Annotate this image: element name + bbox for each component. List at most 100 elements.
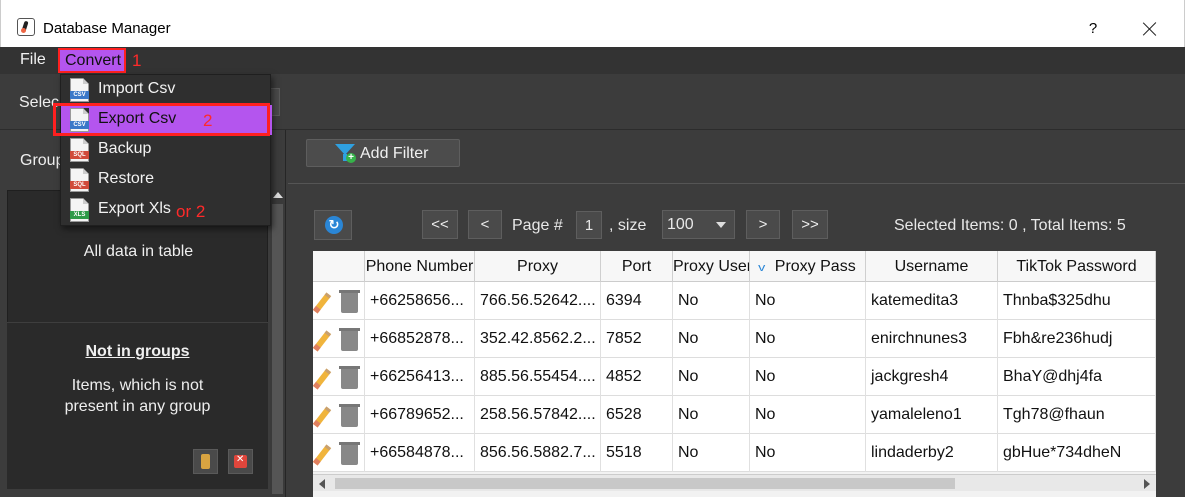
cell-tiktok-password[interactable]: BhaY@dhj4fa [998,358,1156,396]
add-filter-button[interactable]: + Add Filter [306,139,460,167]
cell-proxy-user[interactable]: No [673,282,750,320]
cell-port[interactable]: 7852 [601,320,673,358]
menu-item-backup[interactable]: SQL Backup [61,135,272,165]
cell-proxy[interactable]: 258.56.57842.... [475,396,601,434]
cell-phone[interactable]: +66256413... [365,358,475,396]
cell-proxy-user[interactable]: No [673,396,750,434]
cell-proxy-pass[interactable]: No [750,396,866,434]
title-bar: Database Manager ? [0,0,1185,47]
cell-proxy[interactable]: 856.56.5882.7... [475,434,601,472]
cell-proxy-pass[interactable]: No [750,434,866,472]
pencil-icon[interactable] [312,368,332,390]
cell-username[interactable]: jackgresh4 [866,358,998,396]
column-header-proxy-user[interactable]: Proxy User [673,251,750,282]
all-data-item[interactable]: All data in table [8,243,269,261]
cell-proxy-pass[interactable]: No [750,320,866,358]
cell-tiktok-password[interactable]: Tgh78@fhaun [998,396,1156,434]
cell-proxy-user[interactable]: No [673,358,750,396]
table-row[interactable]: +66258656... 766.56.52642.... 6394 No No kate… [312,282,1156,320]
menu-item-label: Backup [98,140,152,157]
sql-file-icon: SQL [70,168,89,192]
scroll-left-icon[interactable] [319,479,325,489]
cell-port[interactable]: 6528 [601,396,673,434]
column-header-port[interactable]: Port [601,251,673,282]
menu-item-restore[interactable]: SQL Restore [61,165,272,195]
cell-proxy-pass[interactable]: No [750,282,866,320]
cell-port[interactable]: 5518 [601,434,673,472]
menu-item-label: Export Xls [98,200,171,217]
groups-scrollbar[interactable] [270,190,285,497]
cell-username[interactable]: enirchnunes3 [866,320,998,358]
cell-proxy[interactable]: 885.56.55454.... [475,358,601,396]
page-size-value: 100 [667,216,694,233]
page-number-input[interactable]: 1 [576,211,602,239]
annotation-marker-or-2: or 2 [176,202,206,221]
cell-username[interactable]: lindaderby2 [866,434,998,472]
cell-phone[interactable]: +66258656... [365,282,475,320]
menu-item-export-xls[interactable]: XLS Export Xls [61,195,272,225]
cell-username[interactable]: yamaleleno1 [866,396,998,434]
menu-item-import-csv[interactable]: CSV Import Csv [61,75,272,105]
cell-username[interactable]: katemedita3 [866,282,998,320]
trash-icon[interactable] [339,442,360,465]
pencil-icon[interactable] [312,330,332,352]
column-header-proxy[interactable]: Proxy [475,251,601,282]
column-header-proxy-pass[interactable]: v Proxy Pass [750,251,866,282]
cell-tiktok-password[interactable]: Thnba$325dhu [998,282,1156,320]
cell-proxy-user[interactable]: No [673,320,750,358]
horizontal-scrollbar[interactable] [313,474,1156,491]
trash-icon[interactable] [339,404,360,427]
cell-proxy-pass[interactable]: No [750,358,866,396]
table-row[interactable]: +66584878... 856.56.5882.7... 5518 No No lind… [312,434,1156,472]
convert-menu: CSV Import Csv CSV Export Csv SQL Backup SQL Re… [60,74,272,226]
trash-icon[interactable] [339,328,360,351]
table-row[interactable]: +66852878... 352.42.8562.2... 7852 No No enir… [312,320,1156,358]
trash-icon[interactable] [339,290,360,313]
table-row[interactable]: +66789652... 258.56.57842.... 6528 No No yama… [312,396,1156,434]
delete-group-button[interactable] [228,449,253,474]
column-header-username[interactable]: Username [866,251,998,282]
cell-tiktok-password[interactable]: Fbh&re236hudj [998,320,1156,358]
cell-proxy[interactable]: 352.42.8562.2... [475,320,601,358]
pencil-icon[interactable] [312,444,332,466]
cell-phone[interactable]: +66584878... [365,434,475,472]
scrollbar-thumb[interactable] [335,478,955,489]
menu-file[interactable]: File [20,51,46,69]
menu-convert[interactable]: Convert [58,48,126,73]
pencil-icon[interactable] [312,292,332,314]
row-actions [312,396,365,434]
trash-icon[interactable] [339,366,360,389]
pencil-icon[interactable] [312,406,332,428]
column-header-phone[interactable]: Phone Number [365,251,475,282]
add-group-button[interactable] [193,449,218,474]
cell-port[interactable]: 4852 [601,358,673,396]
close-icon[interactable] [1139,20,1161,40]
cell-proxy-user[interactable]: No [673,434,750,472]
scroll-right-icon[interactable] [1144,479,1150,489]
not-in-groups-item[interactable]: Not in groups Items, which is not presen… [7,322,268,489]
page-size-select[interactable]: 100 [662,210,735,239]
annotation-marker-2: 2 [203,111,213,130]
prev-page-button[interactable]: < [468,210,502,239]
row-actions [312,358,365,396]
next-page-button[interactable]: > [746,210,780,239]
cell-tiktok-password[interactable]: gbHue*734dheN [998,434,1156,472]
cell-phone[interactable]: +66852878... [365,320,475,358]
row-actions [312,434,365,472]
cell-proxy[interactable]: 766.56.52642.... [475,282,601,320]
table-row[interactable]: +66256413... 885.56.55454.... 4852 No No jack… [312,358,1156,396]
refresh-icon: ↻ [325,216,343,234]
desc-line-1: Items, which is not [71,377,204,394]
refresh-button[interactable]: ↻ [314,210,352,240]
add-filter-label: Add Filter [360,145,429,162]
export-csv-highlight-box [53,103,270,136]
first-page-button[interactable]: << [422,210,458,239]
cell-port[interactable]: 6394 [601,282,673,320]
scroll-up-icon[interactable] [273,192,283,198]
cell-phone[interactable]: +66789652... [365,396,475,434]
column-header-tiktok-password[interactable]: TikTok Password [998,251,1156,282]
last-page-button[interactable]: >> [792,210,828,239]
sort-desc-icon: v [758,262,766,274]
help-button[interactable]: ? [1085,20,1101,37]
scrollbar-thumb[interactable] [272,204,283,494]
